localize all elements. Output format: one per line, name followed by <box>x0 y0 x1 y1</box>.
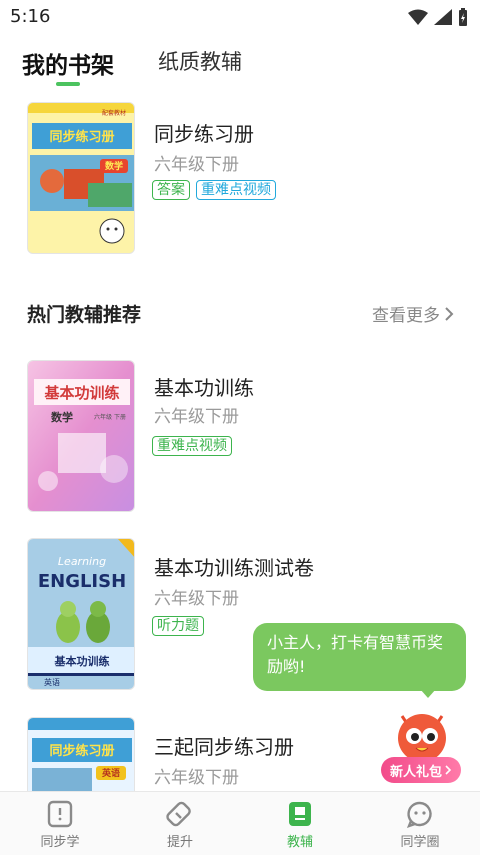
tag-listening[interactable]: 听力题 <box>152 616 204 636</box>
nav-improve[interactable]: 提升 <box>140 800 220 850</box>
book-cover[interactable]: Learning ENGLISH 基本功训练 英语 <box>27 538 135 690</box>
cover-subject: 英语 <box>101 767 120 779</box>
status-icons <box>408 8 468 26</box>
cover-art: 基本功训练 数学 六年级 下册 <box>28 361 134 511</box>
section-title: 热门教辅推荐 <box>27 304 142 326</box>
eraser-icon <box>166 801 191 827</box>
book-grade: 六年级下册 <box>154 407 239 427</box>
cover-title: 基本功训练 <box>43 384 119 402</box>
cover-edition: 六年级 下册 <box>94 413 126 421</box>
cover-art: 同步练习册 英语 <box>28 718 134 791</box>
nav-materials[interactable]: 教辅 <box>260 800 340 850</box>
notebook-icon <box>289 802 311 826</box>
nav-label: 教辅 <box>286 835 313 850</box>
cover-art: 同步练习册 数学 配套教材 <box>28 103 134 253</box>
book-title: 基本功训练 <box>154 376 254 400</box>
signal-icon <box>434 9 452 25</box>
book-grade: 六年级下册 <box>154 589 239 609</box>
recommend-book-card[interactable]: 基本功训练 数学 六年级 下册 基本功训练 六年级下册 重难点视频 <box>0 358 480 514</box>
tab-paper-materials[interactable]: 纸质教辅 <box>158 46 242 76</box>
book-title: 基本功训练测试卷 <box>154 556 314 580</box>
nav-sync-learn[interactable]: 同步学 <box>20 800 100 850</box>
book-title: 同步练习册 <box>154 122 254 146</box>
book-grade: 六年级下册 <box>154 768 239 788</box>
battery-charging-icon <box>459 8 467 26</box>
tag-key-video[interactable]: 重难点视频 <box>196 180 276 200</box>
shelf-book-card[interactable]: 同步练习册 数学 配套教材 同步练习册 六年级下册 答案 重难点视频 <box>0 100 480 260</box>
status-time: 5:16 <box>10 6 51 27</box>
see-more-link[interactable]: 查看更多 <box>372 301 454 326</box>
see-more-label: 查看更多 <box>372 306 440 326</box>
status-bar: 5:16 <box>0 0 480 34</box>
wifi-icon <box>408 9 428 25</box>
chevron-right-icon <box>445 765 452 775</box>
gift-label-text: 新人礼包 <box>389 764 442 780</box>
cover-badge: 配套教材 <box>102 109 126 117</box>
cover-title: 同步练习册 <box>49 743 114 759</box>
book-cover[interactable]: 基本功训练 数学 六年级 下册 <box>27 360 135 512</box>
cover-subject: 英语 <box>44 677 60 687</box>
nav-label: 提升 <box>166 835 193 850</box>
gift-label[interactable]: 新人礼包 <box>381 757 461 783</box>
cover-subject: 数学 <box>105 160 123 172</box>
cover-art: Learning ENGLISH 基本功训练 英语 <box>28 539 134 689</box>
book-title: 三起同步练习册 <box>154 735 294 759</box>
nav-classmates[interactable]: 同学圈 <box>380 800 460 850</box>
book-cover[interactable]: 同步练习册 英语 <box>27 717 135 791</box>
tag-key-video[interactable]: 重难点视频 <box>152 436 232 456</box>
cover-title: ENGLISH <box>38 571 126 592</box>
cover-script: Learning <box>58 555 106 568</box>
tab-indicator <box>56 82 80 86</box>
chevron-right-icon <box>445 306 454 321</box>
nav-label: 同步学 <box>40 835 80 850</box>
chat-face-icon <box>406 801 432 828</box>
tooltip-tail <box>420 689 436 698</box>
bottom-nav: 同步学 提升 教辅 同学圈 <box>0 791 480 855</box>
book-cover[interactable]: 同步练习册 数学 配套教材 <box>27 102 135 254</box>
top-tabs: 我的书架 纸质教辅 <box>0 38 480 90</box>
nav-label: 同学圈 <box>400 835 440 850</box>
cover-subject: 数学 <box>51 410 73 424</box>
book-tags: 听力题 <box>152 616 204 636</box>
book-tags: 答案 重难点视频 <box>152 180 276 200</box>
book-tags: 重难点视频 <box>152 436 232 456</box>
book-icon <box>47 800 73 828</box>
cover-bottom: 基本功训练 <box>54 654 110 668</box>
checkin-tooltip[interactable]: 小主人，打卡有智慧币奖励哟! <box>253 623 466 691</box>
tag-answers[interactable]: 答案 <box>152 180 190 200</box>
cover-title: 同步练习册 <box>49 129 114 145</box>
book-grade: 六年级下册 <box>154 155 239 175</box>
tab-my-bookshelf[interactable]: 我的书架 <box>22 46 114 80</box>
recommend-header: 热门教辅推荐 查看更多 <box>0 296 480 330</box>
